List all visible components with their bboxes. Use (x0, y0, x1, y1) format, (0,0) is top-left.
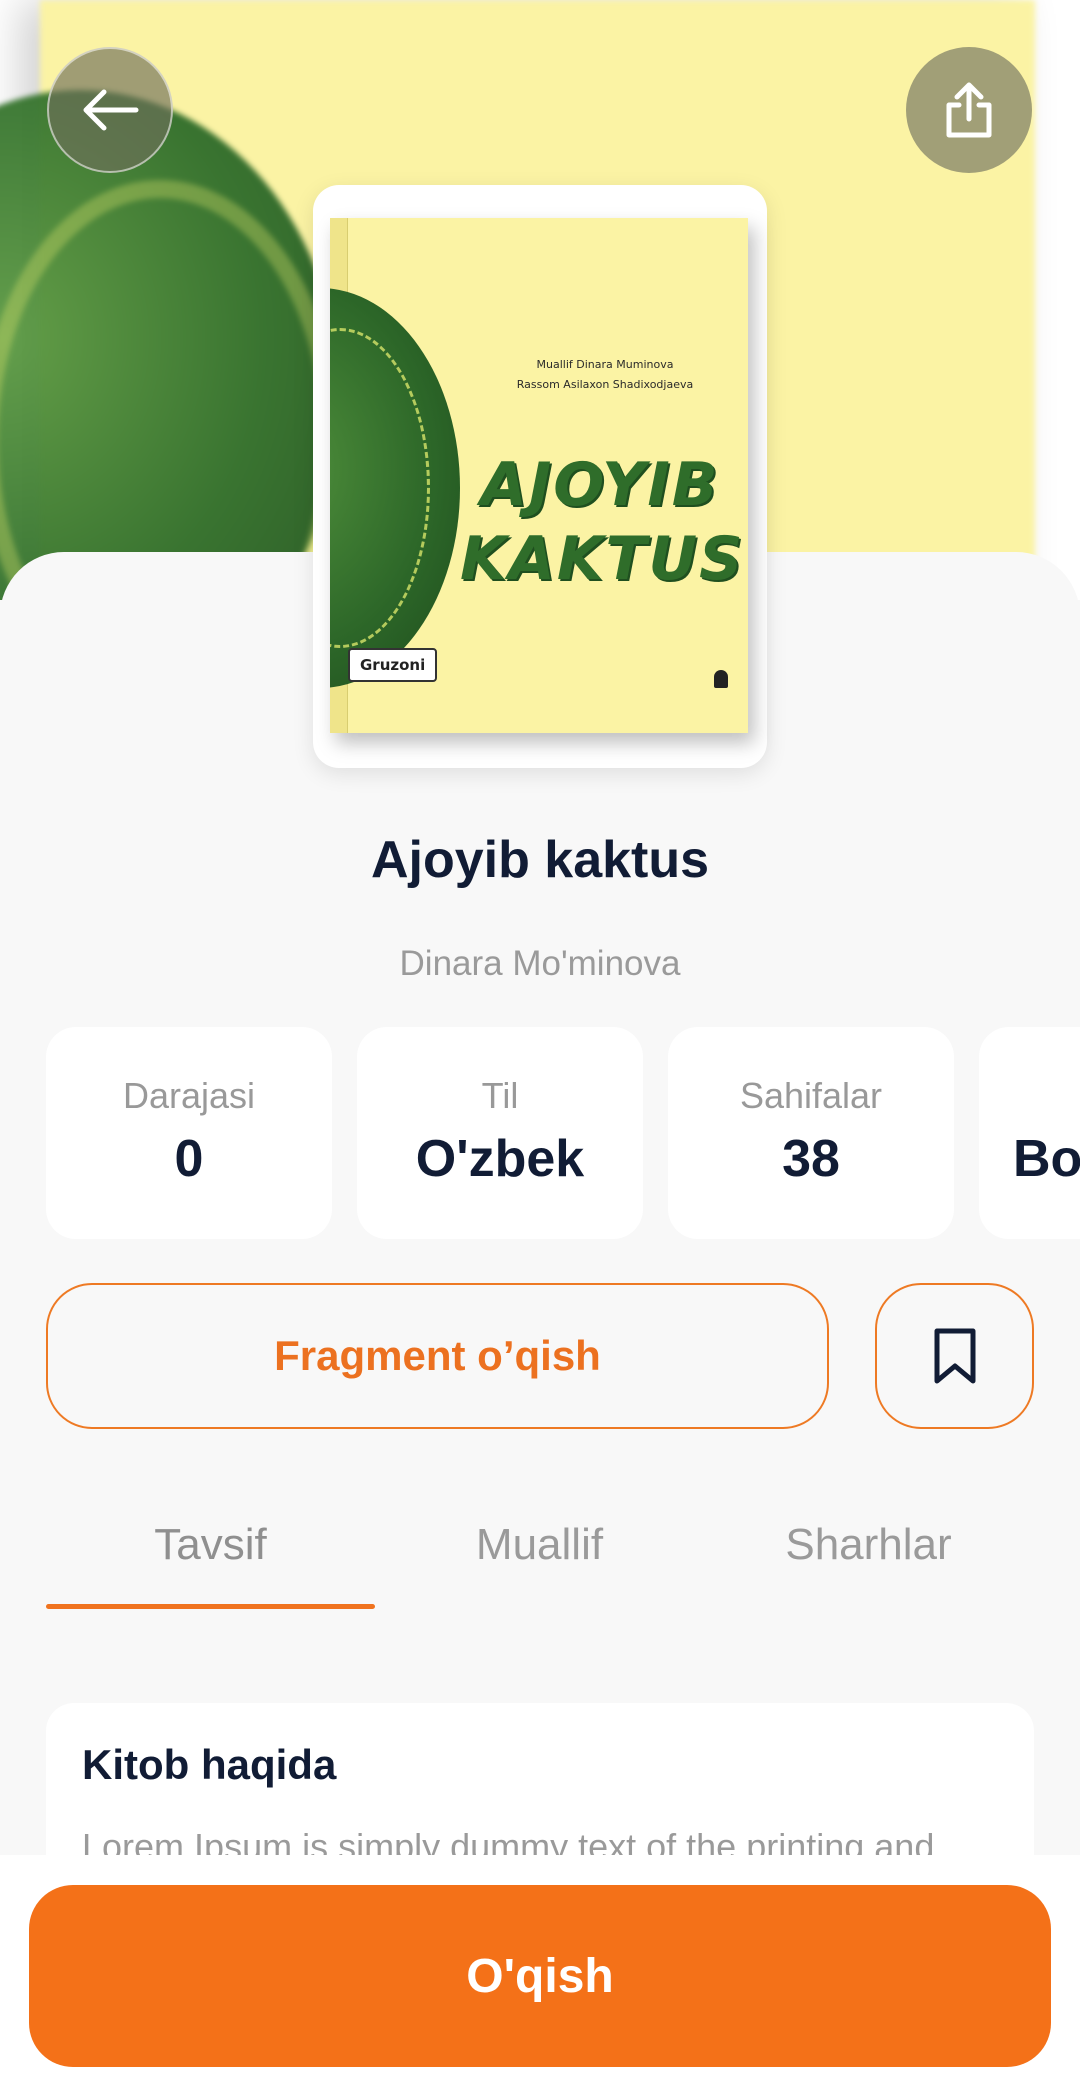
stat-value: Bo (1013, 1130, 1080, 1188)
stat-card-language: Til O'zbek (357, 1027, 643, 1239)
tab-description[interactable]: Tavsif (46, 1520, 375, 1600)
book-title: Ajoyib kaktus (370, 831, 710, 889)
cover-credit-author: Muallif Dinara Muminova (536, 358, 674, 371)
stat-label: Sahifalar (739, 1075, 883, 1116)
arrow-left-icon (83, 89, 139, 131)
cover-title-line1: AJOYIB (480, 450, 720, 520)
stat-card-pages: Sahifalar 38 (668, 1027, 954, 1239)
stat-label: Til (481, 1075, 519, 1116)
read-fragment-button[interactable]: Fragment o’qish (46, 1283, 829, 1429)
about-book-title: Kitob haqida (82, 1741, 337, 1788)
stat-value: 38 (782, 1130, 840, 1188)
stats-row[interactable]: Darajasi 0 Til O'zbek Sahifalar 38 Bo (0, 1027, 1080, 1239)
stat-card-partial: Bo (979, 1027, 1080, 1239)
book-author: Dinara Mo'minova (399, 944, 681, 983)
bookmark-button[interactable] (875, 1283, 1034, 1429)
cover-title: AJOYIB KAKTUS (460, 448, 745, 596)
share-button[interactable] (906, 47, 1032, 173)
cover-credits: Muallif Dinara Muminova Rassom Asilaxon … (490, 355, 720, 395)
cover-publisher-mark (714, 670, 728, 688)
stat-card-level: Darajasi 0 (46, 1027, 332, 1239)
bookmark-icon (934, 1328, 975, 1384)
book-detail-screen: Muallif Dinara Muminova Rassom Asilaxon … (0, 0, 1080, 2095)
read-button[interactable]: O'qish (29, 1885, 1051, 2067)
book-cover: Muallif Dinara Muminova Rassom Asilaxon … (330, 218, 748, 733)
cover-publisher-logo: Gruzoni (348, 648, 438, 682)
active-tab-indicator (46, 1604, 375, 1609)
share-icon (946, 82, 992, 138)
stat-value: 0 (174, 1130, 204, 1188)
stat-label: Darajasi (122, 1075, 256, 1116)
cover-title-line2: KAKTUS (460, 524, 745, 594)
tab-author[interactable]: Muallif (375, 1520, 704, 1600)
stat-value: O'zbek (415, 1130, 585, 1188)
tab-reviews[interactable]: Sharhlar (704, 1520, 1033, 1600)
tab-bar: Tavsif Muallif Sharhlar (46, 1520, 1034, 1610)
cover-credit-illustrator: Rassom Asilaxon Shadixodjaeva (516, 378, 694, 391)
back-button[interactable] (47, 47, 173, 173)
